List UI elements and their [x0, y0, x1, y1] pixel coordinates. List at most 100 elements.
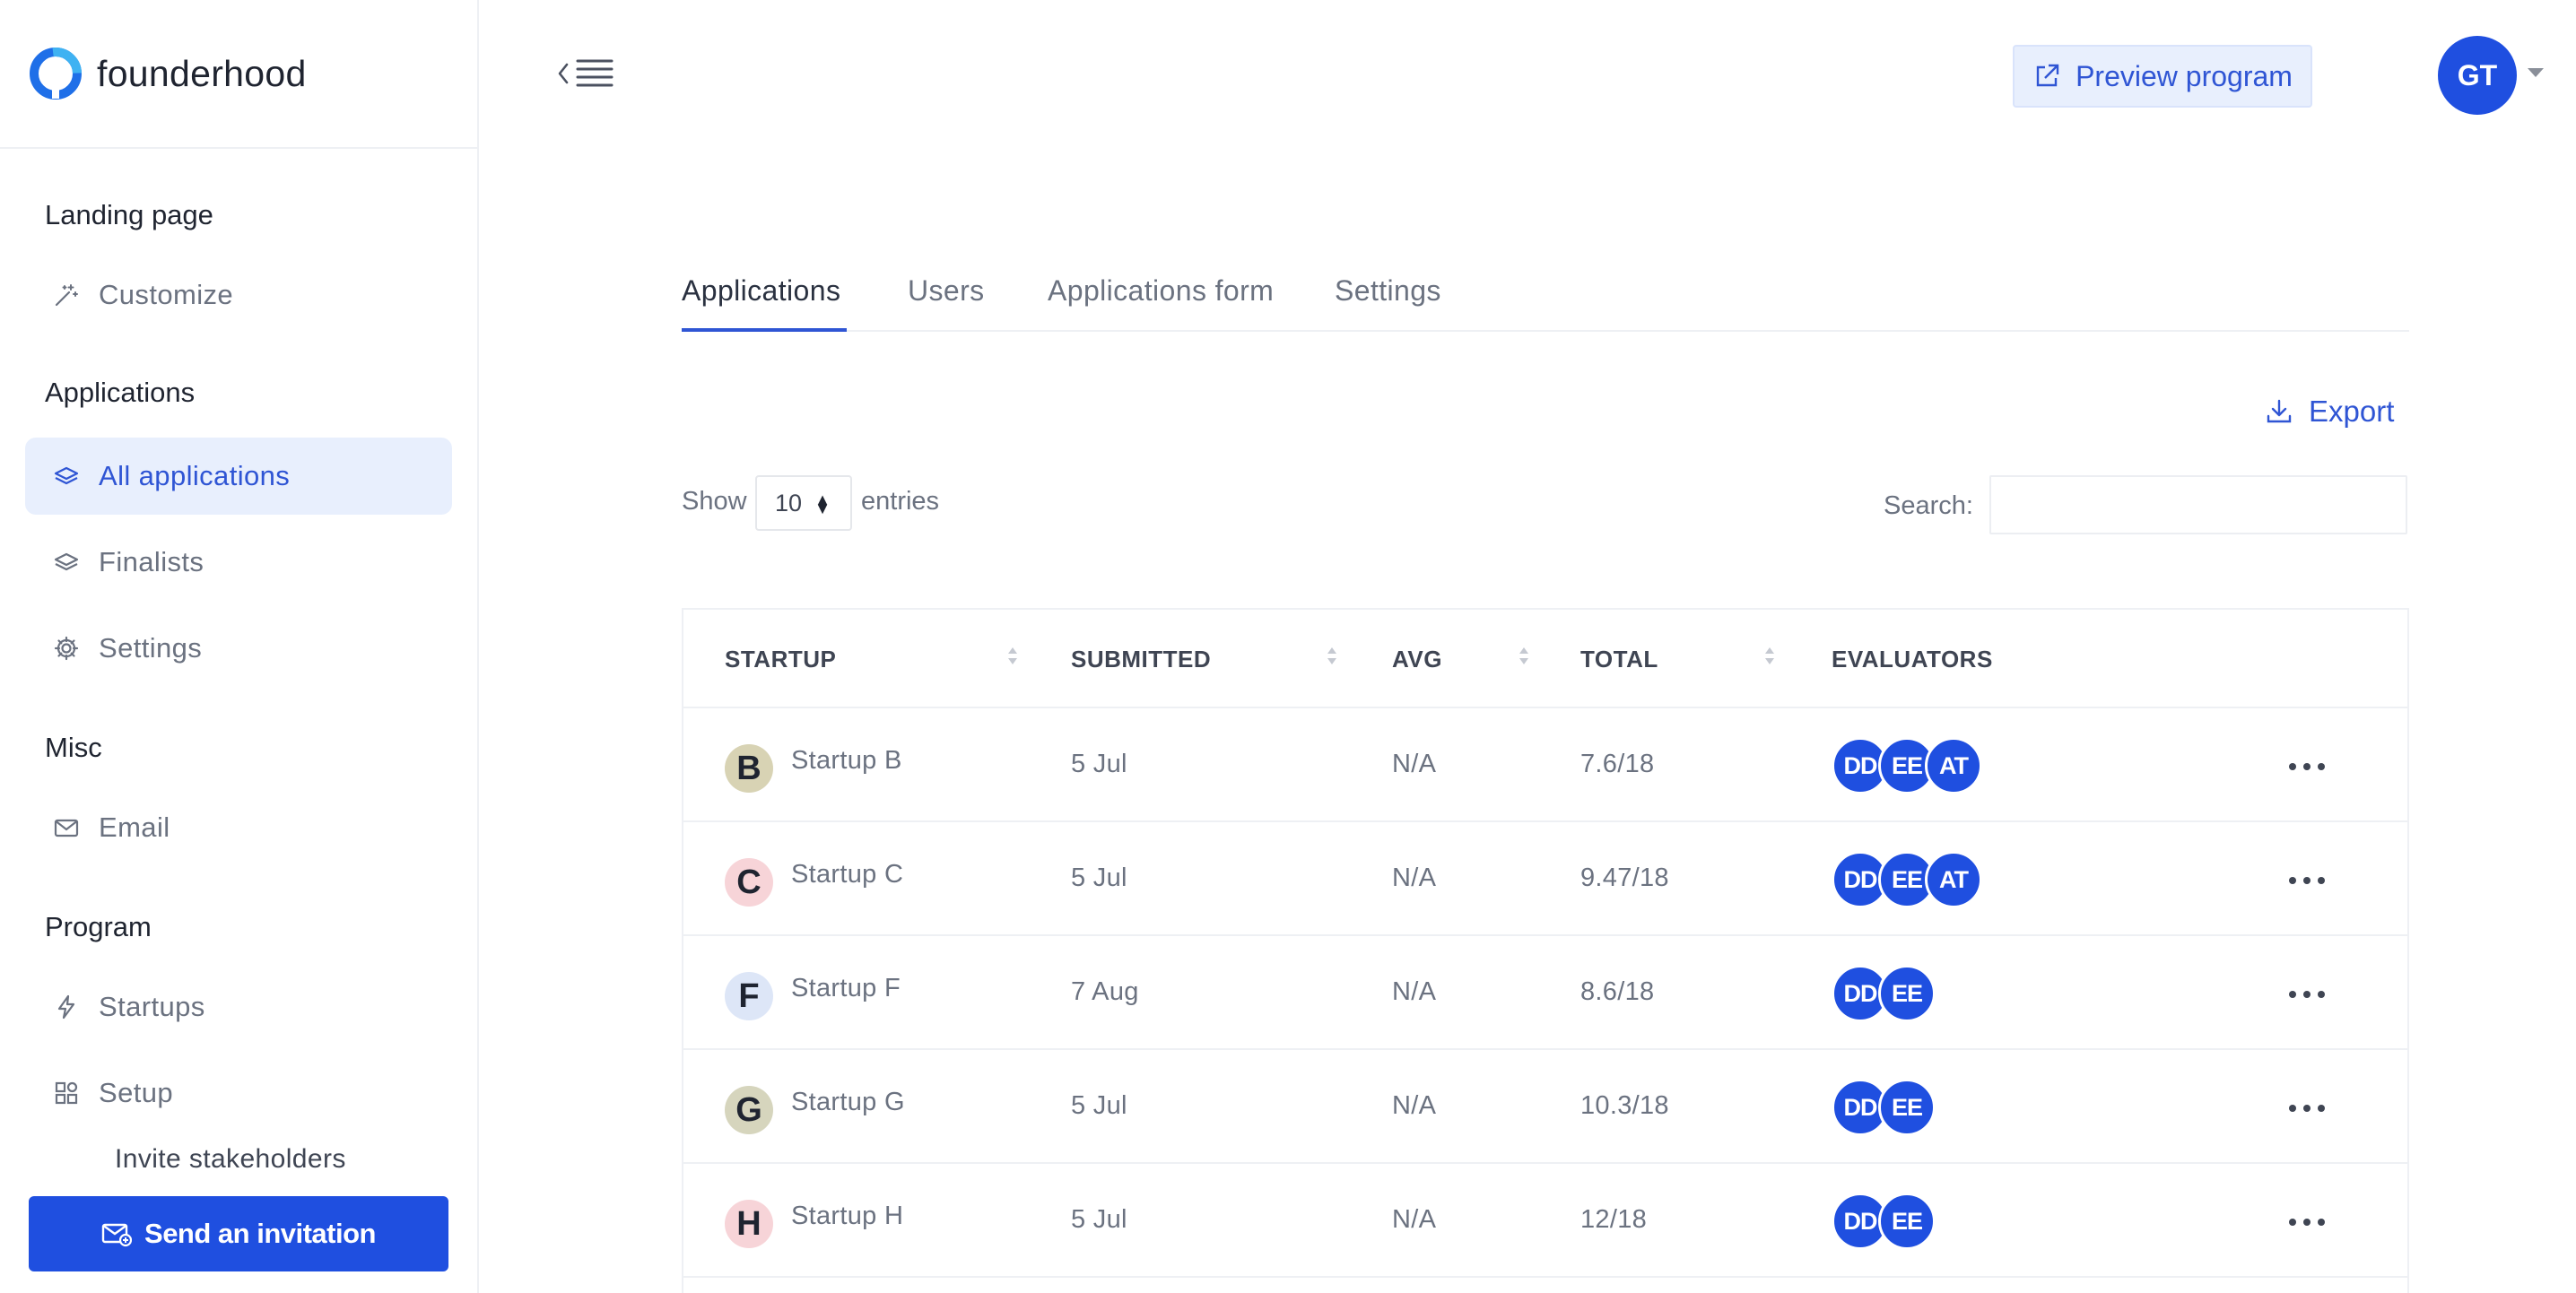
avg-score: N/A: [1392, 750, 1437, 778]
row-more-icon[interactable]: [2289, 1209, 2325, 1236]
evaluator-avatars: DD EE: [1832, 965, 1936, 1022]
section-title-program: Program: [45, 911, 152, 942]
grid-icon: [52, 1079, 81, 1107]
table-row[interactable]: G Startup G 5 Jul N/A 10.3/18 DD EE: [683, 1050, 2407, 1164]
chevron-down-icon[interactable]: [2528, 68, 2544, 77]
submitted-date: 5 Jul: [1071, 863, 1127, 892]
table-row[interactable]: H Startup H 5 Jul N/A 12/18 DD EE: [683, 1164, 2407, 1278]
evaluator-avatar[interactable]: EE: [1878, 1079, 1936, 1136]
total-score: 8.6/18: [1580, 977, 1655, 1006]
collapse-sidebar-button[interactable]: [556, 54, 619, 93]
user-avatar[interactable]: GT: [2438, 36, 2517, 115]
sidebar-item-all-applications[interactable]: All applications: [25, 438, 452, 515]
evaluator-avatar[interactable]: EE: [1878, 965, 1936, 1022]
row-more-icon[interactable]: [2289, 753, 2325, 780]
search-label: Search:: [1884, 491, 1973, 520]
download-icon: [2264, 396, 2294, 427]
column-header-evaluators: EVALUATORS: [1832, 646, 1993, 673]
gear-icon: [52, 634, 81, 663]
column-header-avg[interactable]: AVG: [1392, 646, 1442, 673]
table-row[interactable]: B Startup B 5 Jul N/A 7.6/18 DD EE AT: [683, 708, 2407, 822]
column-header-total[interactable]: TOTAL: [1580, 646, 1658, 673]
founderhood-logo-icon: [30, 48, 82, 100]
magic-wand-icon: [52, 281, 81, 309]
startup-name[interactable]: Startup C: [791, 860, 903, 889]
send-invitation-button[interactable]: Send an invitation: [29, 1196, 448, 1271]
tab-applications[interactable]: Applications: [682, 274, 840, 308]
row-more-icon[interactable]: [2289, 981, 2325, 1008]
lightning-icon: [52, 993, 81, 1021]
evaluator-avatars: DD EE: [1832, 1079, 1936, 1136]
table-row[interactable]: F Startup F 7 Aug N/A 8.6/18 DD EE: [683, 936, 2407, 1050]
brand-header: founderhood: [0, 0, 477, 149]
sidebar-item-label: Startups: [99, 991, 205, 1022]
sidebar: founderhood Landing page Customize Appli…: [0, 0, 479, 1293]
startup-letter-avatar: G: [725, 1086, 773, 1134]
section-title-landing: Landing page: [45, 199, 213, 230]
show-label: Show: [682, 487, 747, 516]
sidebar-item-label: Setup: [99, 1077, 174, 1108]
tab-applications-form[interactable]: Applications form: [1048, 274, 1274, 308]
startup-name[interactable]: Startup G: [791, 1088, 905, 1117]
evaluator-avatar[interactable]: AT: [1925, 851, 1982, 908]
export-label: Export: [2309, 395, 2395, 428]
row-more-icon[interactable]: [2289, 867, 2325, 894]
submitted-date: 7 Aug: [1071, 977, 1139, 1006]
startup-letter-avatar: B: [725, 744, 773, 793]
startup-name[interactable]: Startup F: [791, 974, 901, 1003]
sort-icon[interactable]: [1519, 647, 1528, 669]
submitted-date: 5 Jul: [1071, 1091, 1127, 1120]
avg-score: N/A: [1392, 1205, 1437, 1234]
tab-settings[interactable]: Settings: [1335, 274, 1441, 308]
sidebar-item-invite-stakeholders[interactable]: Invite stakeholders: [115, 1144, 346, 1175]
entries-label: entries: [861, 487, 940, 516]
send-invitation-label: Send an invitation: [144, 1218, 376, 1249]
sort-icon[interactable]: [1008, 647, 1017, 669]
total-score: 12/18: [1580, 1205, 1648, 1234]
envelope-icon: [52, 813, 81, 842]
table-row[interactable]: C Startup C 5 Jul N/A 9.47/18 DD EE AT: [683, 822, 2407, 936]
startup-name[interactable]: Startup H: [791, 1202, 903, 1231]
sort-icon[interactable]: [1327, 647, 1336, 669]
total-score: 9.47/18: [1580, 863, 1669, 892]
evaluator-avatars: DD EE AT: [1832, 737, 1982, 794]
collapse-menu-icon: [558, 59, 614, 87]
submitted-date: 5 Jul: [1071, 750, 1127, 778]
sidebar-item-email[interactable]: Email: [25, 789, 452, 866]
sidebar-item-label: Finalists: [99, 546, 205, 577]
sidebar-item-customize[interactable]: Customize: [25, 256, 452, 334]
sort-icon[interactable]: [1765, 647, 1774, 669]
sidebar-item-setup[interactable]: Setup: [25, 1054, 452, 1132]
table-header: STARTUP SUBMITTED AVG TOTAL EVALUATORS: [683, 610, 2407, 708]
entries-select[interactable]: 10 ▲ ▼: [755, 475, 852, 531]
sidebar-item-finalists[interactable]: Finalists: [25, 524, 452, 601]
column-header-submitted[interactable]: SUBMITTED: [1071, 646, 1211, 673]
avg-score: N/A: [1392, 863, 1437, 892]
sidebar-item-startups[interactable]: Startups: [25, 968, 452, 1046]
evaluator-avatar[interactable]: EE: [1878, 1193, 1936, 1250]
preview-program-button[interactable]: Preview program: [2013, 45, 2312, 108]
evaluator-avatars: DD EE: [1832, 1193, 1936, 1250]
startup-letter-avatar: C: [725, 858, 773, 907]
column-header-startup[interactable]: STARTUP: [725, 646, 836, 673]
layers-icon: [52, 548, 81, 577]
startup-name[interactable]: Startup B: [791, 746, 902, 776]
sidebar-item-label: All applications: [99, 460, 291, 491]
avg-score: N/A: [1392, 977, 1437, 1006]
evaluator-avatar[interactable]: AT: [1925, 737, 1982, 794]
submitted-date: 5 Jul: [1071, 1205, 1127, 1234]
layers-icon: [52, 462, 81, 490]
brand-name: founderhood: [97, 52, 307, 94]
startup-letter-avatar: F: [725, 972, 773, 1020]
section-title-applications: Applications: [45, 377, 196, 408]
evaluator-avatars: DD EE AT: [1832, 851, 1982, 908]
applications-table: STARTUP SUBMITTED AVG TOTAL EVALUATORS B…: [682, 608, 2409, 1293]
envelope-icon: [101, 1220, 133, 1247]
search-input[interactable]: [1989, 475, 2407, 534]
tab-users[interactable]: Users: [908, 274, 985, 308]
entries-value: 10: [775, 489, 803, 516]
sort-caret-icon: ▲ ▼: [814, 490, 831, 517]
row-more-icon[interactable]: [2289, 1095, 2325, 1122]
export-button[interactable]: Export: [2264, 395, 2394, 429]
sidebar-item-settings[interactable]: Settings: [25, 610, 452, 687]
